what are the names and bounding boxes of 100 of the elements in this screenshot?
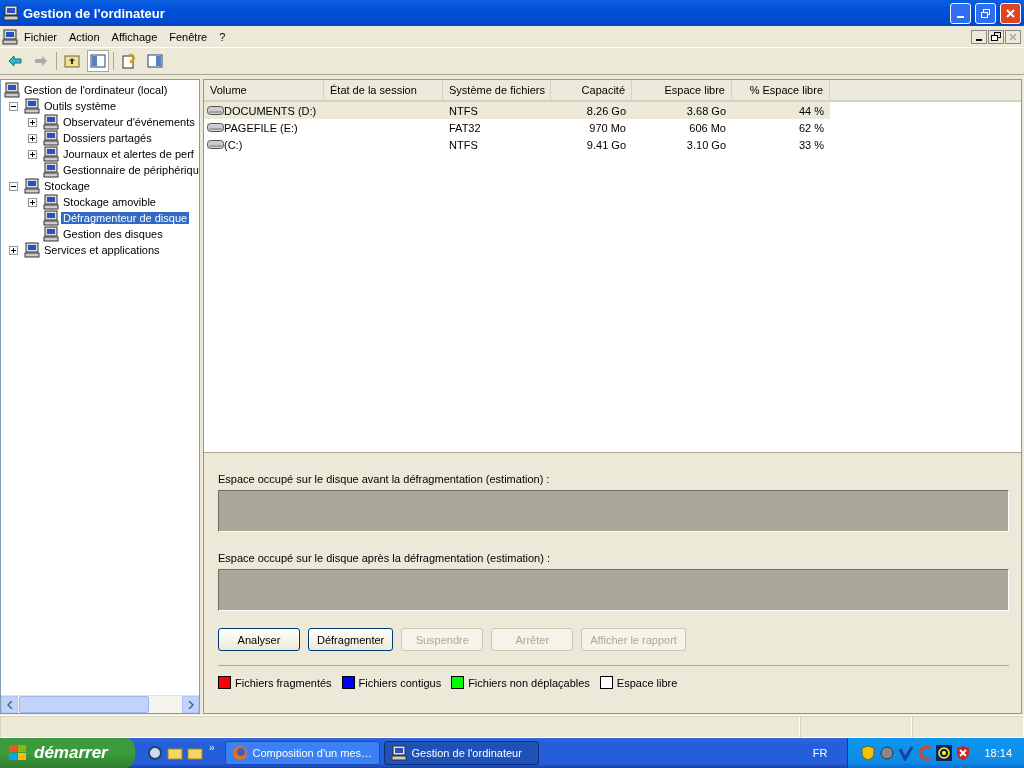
scroll-left-button[interactable] bbox=[1, 696, 18, 713]
tree-item[interactable]: Journaux et alertes de perf bbox=[61, 148, 196, 160]
chevron-right-icon bbox=[187, 700, 194, 709]
table-cell: 8.26 Go bbox=[586, 104, 626, 117]
back-arrow-icon bbox=[8, 55, 22, 67]
tree-item[interactable]: Stockage bbox=[42, 180, 92, 192]
tree-node-icon bbox=[43, 114, 59, 130]
scrollbar-thumb[interactable] bbox=[19, 696, 149, 713]
shield-icon[interactable] bbox=[955, 745, 972, 761]
tree-item[interactable]: Services et applications bbox=[42, 244, 162, 256]
chevron-left-icon bbox=[6, 700, 13, 709]
legend-label: Espace libre bbox=[616, 676, 678, 689]
tree-node-icon bbox=[24, 178, 40, 194]
table-cell: 62 % bbox=[798, 121, 824, 134]
restore-icon bbox=[991, 31, 1001, 42]
drive-icon bbox=[207, 123, 224, 132]
drive-icon bbox=[207, 106, 224, 115]
table-cell: NTFS bbox=[449, 138, 478, 151]
table-cell: 9.41 Go bbox=[586, 138, 626, 151]
taskbar-button[interactable]: Composition d'un mes… bbox=[224, 741, 380, 765]
tree-node-icon bbox=[43, 226, 59, 242]
expand-button[interactable] bbox=[9, 245, 18, 255]
minimize-button[interactable] bbox=[971, 29, 987, 44]
plus-icon bbox=[10, 246, 17, 254]
table-cell: 33 % bbox=[798, 138, 824, 151]
table-cell: DOCUMENTS (D:) bbox=[224, 104, 317, 117]
collapse-button[interactable] bbox=[9, 181, 18, 191]
table-row[interactable]: PAGEFILE (E:) FAT32 970 Mo 606 Mo 62 % bbox=[204, 119, 830, 136]
expand-button[interactable] bbox=[28, 117, 37, 127]
wireless-icon[interactable] bbox=[936, 745, 953, 761]
menu-item[interactable]: Fenêtre bbox=[163, 30, 214, 43]
tree-item[interactable]: Gestion de l'ordinateur (local) bbox=[22, 84, 170, 96]
column-header[interactable]: Capacité bbox=[551, 80, 632, 100]
taskbar-button[interactable]: Gestion de l'ordinateur bbox=[383, 741, 539, 765]
minimize-icon bbox=[976, 38, 982, 41]
scroll-right-button[interactable] bbox=[182, 696, 199, 713]
menu-item[interactable]: Affichage bbox=[105, 30, 164, 43]
restore-icon bbox=[980, 7, 991, 19]
table-cell: 44 % bbox=[798, 104, 824, 117]
expand-button[interactable] bbox=[28, 149, 37, 159]
drive-icon bbox=[207, 140, 224, 149]
start-button[interactable]: démarrer bbox=[0, 738, 135, 768]
legend-label: Fichiers contigus bbox=[358, 676, 442, 689]
table-row[interactable]: (C:) NTFS 9.41 Go 3.10 Go 33 % bbox=[204, 136, 830, 153]
tree-node-icon bbox=[24, 98, 40, 114]
restore-button[interactable] bbox=[988, 29, 1004, 44]
show-tree-button[interactable] bbox=[87, 50, 109, 72]
tree-item[interactable]: Gestion des disques bbox=[61, 228, 165, 240]
table-cell: 606 Mo bbox=[689, 121, 726, 134]
language-indicator[interactable]: FR bbox=[812, 747, 828, 759]
folder-up-icon bbox=[64, 54, 80, 68]
tree-node-icon bbox=[43, 210, 59, 226]
folder-icon[interactable] bbox=[167, 746, 183, 760]
speaker-icon[interactable] bbox=[879, 745, 896, 761]
tree-item[interactable]: Dossiers partagés bbox=[61, 132, 154, 144]
plus-icon bbox=[29, 118, 36, 126]
tree-item[interactable]: Stockage amovible bbox=[61, 196, 158, 208]
column-header[interactable]: Système de fichiers bbox=[443, 80, 551, 100]
windows-logo bbox=[8, 744, 28, 762]
computer-icon bbox=[4, 82, 20, 98]
table-cell: FAT32 bbox=[449, 121, 481, 134]
column-header[interactable]: Volume bbox=[204, 80, 324, 100]
forward-arrow-icon bbox=[34, 55, 48, 67]
tree-node-icon bbox=[43, 146, 59, 162]
shield-icon[interactable] bbox=[860, 745, 877, 761]
tree-item[interactable]: Observateur d'événements bbox=[61, 116, 197, 128]
close-icon bbox=[1009, 32, 1017, 41]
clock: 18:14 bbox=[984, 747, 1012, 759]
column-header[interactable]: % Espace libre bbox=[732, 80, 830, 100]
legend-label: Fichiers fragmentés bbox=[235, 676, 332, 689]
table-cell: PAGEFILE (E:) bbox=[224, 121, 298, 134]
pane-icon bbox=[147, 54, 163, 68]
plus-icon bbox=[29, 134, 36, 142]
pane-icon bbox=[90, 54, 106, 68]
tree-node-icon bbox=[43, 130, 59, 146]
table-cell: 970 Mo bbox=[589, 121, 626, 134]
plus-icon bbox=[29, 150, 36, 158]
column-header[interactable]: État de la session bbox=[324, 80, 443, 100]
tree-item[interactable]: Outils système bbox=[42, 100, 119, 112]
folder-icon[interactable] bbox=[187, 746, 203, 760]
tree-node-icon bbox=[43, 194, 59, 210]
menu-item[interactable]: ? bbox=[213, 30, 232, 43]
expand-button[interactable] bbox=[28, 197, 37, 207]
table-row[interactable]: DOCUMENTS (D:) NTFS 8.26 Go 3.68 Go 44 % bbox=[204, 102, 830, 119]
table-cell: (C:) bbox=[224, 138, 243, 151]
computer-icon bbox=[390, 745, 407, 761]
action-button[interactable]: Défragmenter bbox=[308, 628, 394, 651]
expand-button[interactable] bbox=[28, 133, 37, 143]
collapse-button[interactable] bbox=[9, 101, 18, 111]
tree-item[interactable]: Gestionnaire de périphériqu bbox=[61, 164, 199, 176]
plus-icon bbox=[29, 198, 36, 206]
analysis-label: Espace occupé sur le disque avant la défragmentation (estimation) : bbox=[218, 473, 551, 485]
column-header[interactable]: Espace libre bbox=[632, 80, 732, 100]
more-button[interactable]: » bbox=[209, 742, 215, 753]
tree-item[interactable]: Défragmenteur de disque bbox=[61, 212, 190, 224]
action-button[interactable]: Analyser bbox=[218, 628, 300, 651]
menu-item[interactable]: Action bbox=[63, 30, 106, 43]
tree-node-icon bbox=[43, 162, 59, 178]
menu-item[interactable]: Fichier bbox=[18, 30, 63, 43]
legend-label: Fichiers non déplaçables bbox=[468, 676, 590, 689]
